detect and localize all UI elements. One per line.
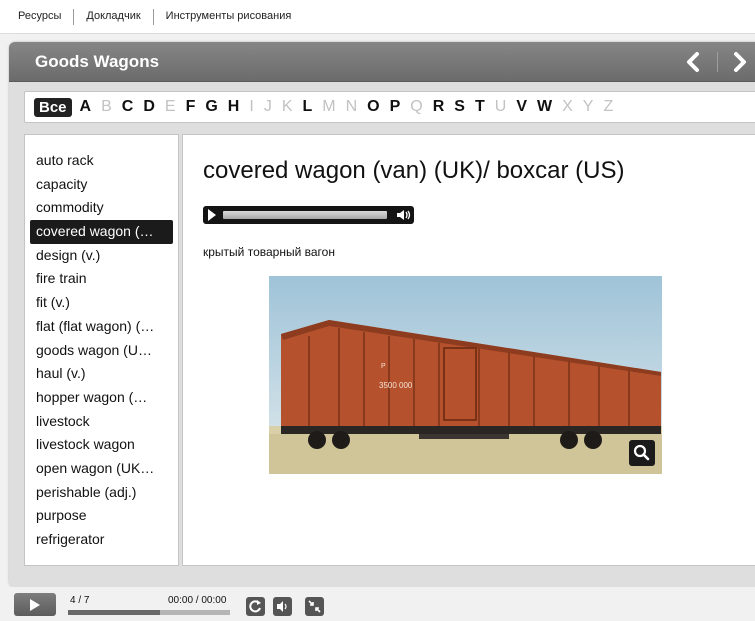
- volume-icon[interactable]: [394, 206, 412, 224]
- entry-translation: крытый товарный вагон: [203, 245, 335, 259]
- letter-all[interactable]: Все: [34, 97, 72, 117]
- letter-f[interactable]: F: [186, 98, 196, 116]
- replay-button[interactable]: [246, 597, 265, 616]
- entry-title: covered wagon (van) (UK)/ boxcar (US): [203, 157, 625, 184]
- car-plate: Р: [381, 363, 386, 370]
- glossary-panel: Goods Wagons Все ABCDEFGHIJKLMNOPQRSTUVW…: [9, 42, 755, 587]
- panel-header: Goods Wagons: [9, 42, 755, 82]
- volume-button[interactable]: [273, 597, 292, 616]
- letter-j: J: [263, 98, 272, 115]
- letter-n: N: [345, 98, 358, 115]
- letter-m: M: [322, 98, 336, 115]
- term-list-item[interactable]: livestock: [25, 410, 178, 434]
- term-list-item[interactable]: haul (v.): [25, 362, 178, 386]
- letter-i: I: [249, 98, 254, 115]
- letter-w[interactable]: W: [537, 98, 552, 116]
- progress-fill: [68, 610, 161, 615]
- menu-drawing-tools[interactable]: Инструменты рисования: [154, 0, 304, 33]
- letter-c[interactable]: C: [122, 98, 134, 116]
- player-bar: 4 / 7 00:00 / 00:00: [0, 587, 755, 621]
- term-list-item[interactable]: purpose: [25, 504, 178, 528]
- fullscreen-exit-icon: [308, 600, 321, 613]
- volume-icon: [277, 601, 287, 612]
- letter-y: Y: [582, 98, 594, 115]
- slide-counter: 4 / 7: [70, 595, 90, 606]
- letter-p[interactable]: P: [390, 98, 401, 116]
- menu-presenter[interactable]: Докладчик: [74, 0, 152, 33]
- term-list-item[interactable]: open wagon (UK…: [25, 457, 178, 481]
- term-list: auto rack capacity commodity covered wagon …: [24, 134, 179, 566]
- term-list-item[interactable]: livestock wagon: [25, 433, 178, 457]
- top-menu: Ресурсы Докладчик Инструменты рисования: [0, 0, 755, 34]
- term-list-item[interactable]: refrigerator: [25, 528, 178, 552]
- zoom-button[interactable]: [629, 440, 655, 466]
- nav-divider: [717, 52, 718, 72]
- car-marking: 3500 000: [379, 381, 413, 390]
- term-list-item[interactable]: commodity: [25, 196, 178, 220]
- letter-g[interactable]: G: [205, 98, 217, 116]
- letter-q: Q: [410, 98, 423, 115]
- menu-resources[interactable]: Ресурсы: [0, 0, 73, 33]
- play-button[interactable]: [14, 593, 56, 616]
- replay-icon: [249, 600, 261, 613]
- letter-e: E: [164, 98, 176, 115]
- next-button[interactable]: [727, 50, 751, 74]
- term-list-item[interactable]: covered wagon (…: [30, 220, 173, 244]
- alphabet-filter: Все ABCDEFGHIJKLMNOPQRSTUVWXYZ: [24, 91, 755, 123]
- letter-d[interactable]: D: [143, 98, 155, 116]
- term-list-item[interactable]: auto rack: [25, 149, 178, 173]
- term-list-item[interactable]: fit (v.): [25, 291, 178, 315]
- letter-x: X: [562, 98, 573, 115]
- letter-b: B: [101, 98, 112, 115]
- term-list-item[interactable]: flat (flat wagon) (…: [25, 315, 178, 339]
- audio-player: [203, 206, 414, 224]
- letter-r[interactable]: R: [433, 98, 445, 116]
- player-progress[interactable]: [68, 610, 230, 615]
- term-list-item[interactable]: design (v.): [25, 244, 178, 268]
- magnifier-icon: [633, 444, 650, 461]
- boxcar-illustration: 3500 000 Р: [269, 276, 662, 474]
- prev-button[interactable]: [682, 50, 706, 74]
- letter-z: Z: [603, 98, 614, 115]
- entry-content: covered wagon (van) (UK)/ boxcar (US) кр…: [182, 134, 755, 566]
- letter-h[interactable]: H: [228, 98, 240, 116]
- term-list-item[interactable]: perishable (adj.): [25, 481, 178, 505]
- chevron-left-icon: [687, 52, 699, 72]
- letter-o[interactable]: O: [367, 98, 379, 116]
- term-list-item[interactable]: hopper wagon (…: [25, 386, 178, 410]
- letter-v[interactable]: V: [516, 98, 527, 116]
- audio-play-icon[interactable]: [208, 209, 216, 221]
- letter-s[interactable]: S: [454, 98, 465, 116]
- fullscreen-button[interactable]: [305, 597, 324, 616]
- term-list-item[interactable]: fire train: [25, 267, 178, 291]
- panel-title: Goods Wagons: [35, 52, 160, 71]
- audio-seek-bar[interactable]: [223, 211, 387, 219]
- time-display: 00:00 / 00:00: [168, 595, 227, 606]
- letter-k: K: [281, 98, 293, 115]
- letter-l[interactable]: L: [302, 98, 312, 116]
- term-list-item[interactable]: goods wagon (U…: [25, 339, 178, 363]
- boxcar-photo: 3500 000 Р: [269, 276, 662, 474]
- chevron-right-icon: [734, 52, 746, 72]
- play-icon: [30, 599, 40, 611]
- letter-u: U: [494, 98, 507, 115]
- term-list-item[interactable]: capacity: [25, 173, 178, 197]
- letter-a[interactable]: A: [80, 98, 92, 116]
- letter-t[interactable]: T: [475, 98, 485, 116]
